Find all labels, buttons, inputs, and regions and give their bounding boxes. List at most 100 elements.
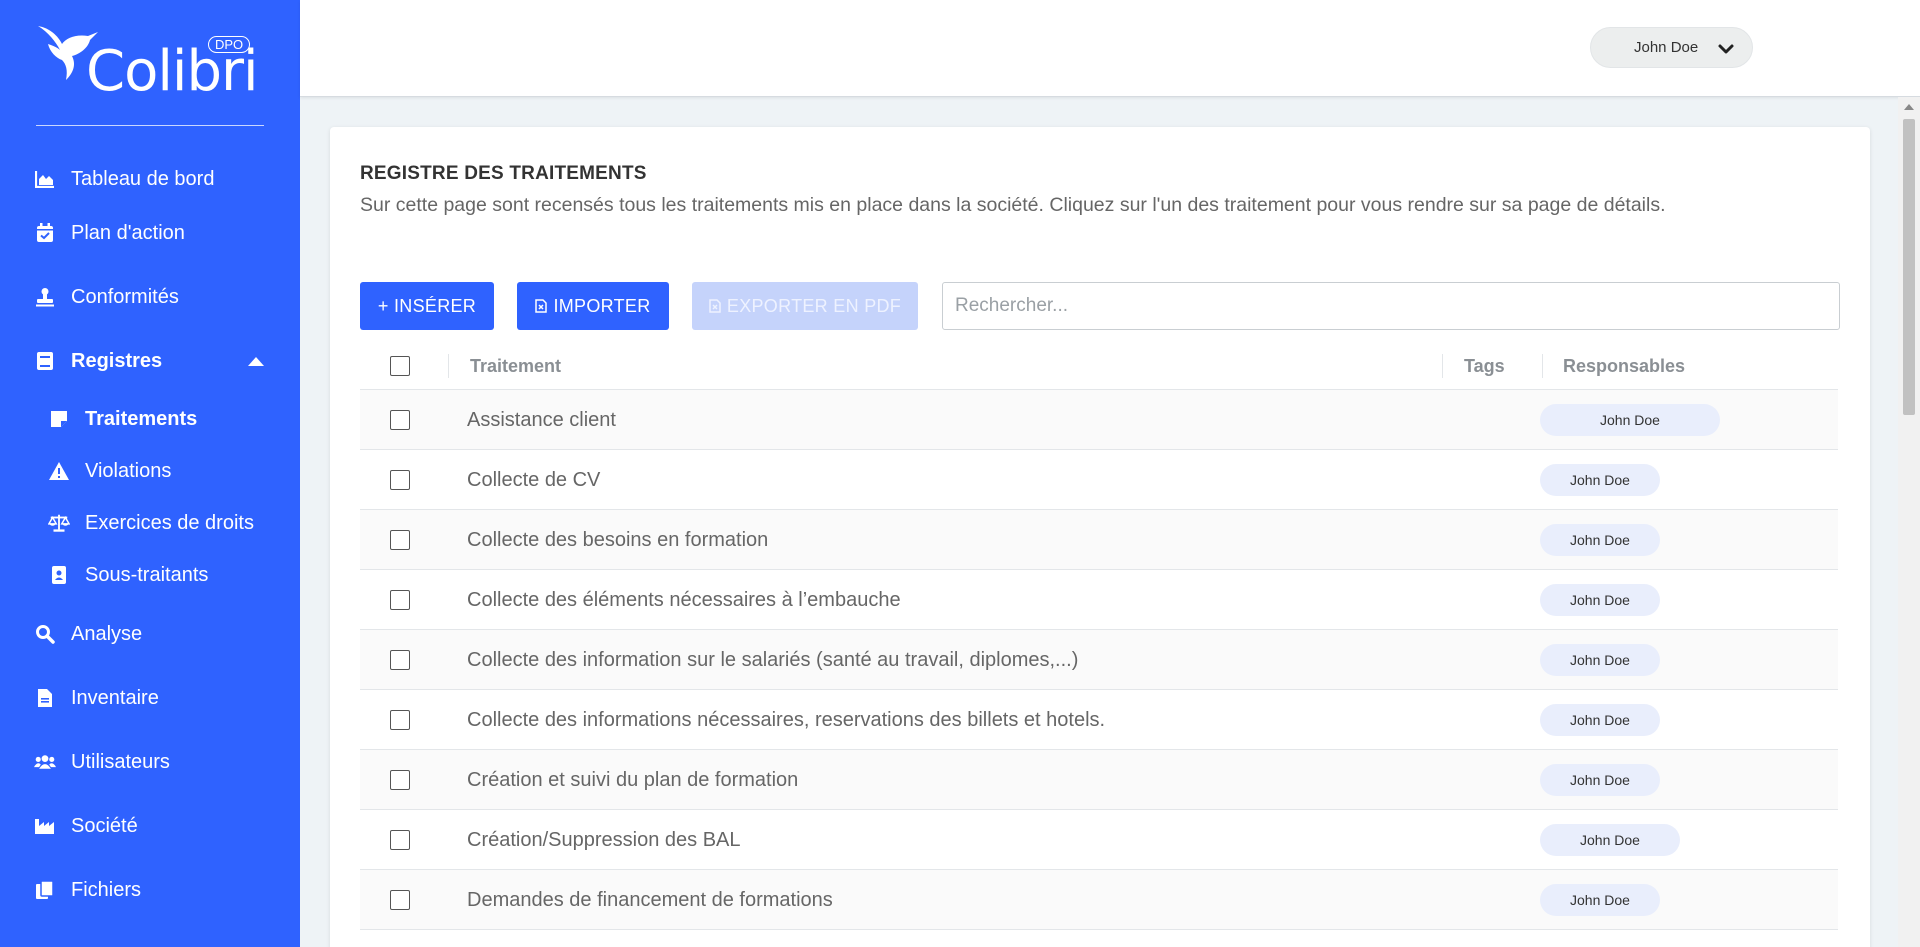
export-pdf-button-label: EXPORTER EN PDF (726, 295, 902, 316)
table-row[interactable]: Collecte des besoins en formation John D… (360, 510, 1838, 570)
colibri-logo[interactable]: Colibri DPO (36, 18, 266, 104)
column-header-responsables[interactable]: Responsables (1563, 342, 1685, 390)
sidebar-item-label: Plan d'action (71, 221, 185, 244)
row-checkbox[interactable] (390, 410, 410, 430)
sidebar-item-fichiers[interactable]: Fichiers (0, 870, 300, 910)
table-row[interactable]: Création et suivi du plan de formation J… (360, 750, 1838, 810)
file-import-icon (535, 299, 548, 313)
sidebar-item-label: Société (71, 814, 138, 837)
main-card: REGISTRE DES TRAITEMENTS Sur cette page … (330, 127, 1870, 947)
row-checkbox[interactable] (390, 830, 410, 850)
page-scrollbar[interactable] (1898, 97, 1920, 947)
sidebar-item-violations[interactable]: Violations (0, 451, 300, 491)
topbar: John Doe (300, 0, 1920, 97)
insert-button-label: + INSÉRER (377, 295, 477, 316)
sidebar-item-tableau-de-bord[interactable]: Tableau de bord (0, 159, 300, 199)
sticky-note-icon (48, 408, 70, 430)
traitements-table: Traitement Tags Responsables Assistance … (360, 342, 1838, 930)
responsable-badge: John Doe (1540, 764, 1660, 796)
row-checkbox[interactable] (390, 530, 410, 550)
row-checkbox[interactable] (390, 470, 410, 490)
column-header-traitement[interactable]: Traitement (470, 342, 561, 390)
import-button-label: IMPORTER (553, 295, 651, 316)
sidebar-item-label: Exercices de droits (85, 511, 254, 534)
sidebar-item-label: Analyse (71, 622, 143, 645)
sidebar-item-label: Tableau de bord (71, 167, 215, 190)
users-icon (34, 751, 56, 773)
sidebar-item-inventaire[interactable]: Inventaire (0, 678, 300, 718)
responsable-badge: John Doe (1540, 464, 1660, 496)
traitement-name[interactable]: Demandes de financement de formations (467, 870, 833, 930)
row-checkbox[interactable] (390, 770, 410, 790)
traitement-name[interactable]: Collecte des besoins en formation (467, 510, 768, 570)
sidebar-item-utilisateurs[interactable]: Utilisateurs (0, 742, 300, 782)
warning-icon (48, 460, 70, 482)
search-icon (34, 623, 56, 645)
row-checkbox[interactable] (390, 590, 410, 610)
sidebar-item-label: Fichiers (71, 878, 142, 901)
table-row[interactable]: Création/Suppression des BAL John Doe (360, 810, 1838, 870)
responsable-badge: John Doe (1540, 884, 1660, 916)
traitement-name[interactable]: Création et suivi du plan de formation (467, 750, 798, 810)
sidebar-item-conformites[interactable]: Conformités (0, 277, 300, 317)
file-icon (34, 687, 56, 709)
calendar-check-icon (34, 222, 56, 244)
table-row[interactable]: Assistance client John Doe (360, 390, 1838, 450)
sidebar-divider (36, 125, 264, 126)
export-pdf-button[interactable]: EXPORTER EN PDF (692, 282, 918, 330)
page-description: Sur cette page sont recensés tous les tr… (360, 194, 1666, 216)
sidebar-item-traitements[interactable]: Traitements (0, 399, 300, 439)
traitement-name[interactable]: Collecte des informations nécessaires, r… (467, 690, 1105, 750)
chart-area-icon (34, 168, 56, 190)
table-row[interactable]: Demandes de financement de formations Jo… (360, 870, 1838, 930)
sidebar-item-analyse[interactable]: Analyse (0, 614, 300, 654)
column-header-tags[interactable]: Tags (1464, 342, 1505, 390)
select-all-cell (390, 342, 410, 390)
sidebar-item-label: Traitements (85, 407, 198, 430)
stamp-icon (34, 286, 56, 308)
sidebar-item-label: Sous-traitants (85, 563, 209, 586)
chevron-up-icon[interactable] (248, 356, 264, 366)
traitement-name[interactable]: Assistance client (467, 390, 616, 450)
sidebar-item-societe[interactable]: Société (0, 806, 300, 846)
page-title: REGISTRE DES TRAITEMENTS (360, 163, 647, 184)
row-checkbox[interactable] (390, 710, 410, 730)
responsable-badge: John Doe (1540, 584, 1660, 616)
responsable-badge: John Doe (1540, 524, 1660, 556)
sidebar-item-label: Violations (85, 459, 172, 482)
table-row[interactable]: Collecte des informations nécessaires, r… (360, 690, 1838, 750)
sidebar-item-label: Conformités (71, 285, 179, 308)
table-row[interactable]: Collecte des éléments nécessaires à l’em… (360, 570, 1838, 630)
industry-icon (34, 815, 56, 837)
traitement-name[interactable]: Collecte des information sur le salariés… (467, 630, 1078, 690)
traitement-name[interactable]: Création/Suppression des BAL (467, 810, 741, 870)
id-badge-icon (48, 564, 70, 586)
column-separator (448, 354, 449, 378)
scroll-up-arrow-icon[interactable] (1904, 104, 1914, 110)
search-input[interactable] (942, 282, 1840, 330)
row-checkbox[interactable] (390, 650, 410, 670)
traitement-name[interactable]: Collecte des éléments nécessaires à l’em… (467, 570, 901, 630)
sidebar-item-plan-d-action[interactable]: Plan d'action (0, 213, 300, 253)
responsable-badge: John Doe (1540, 404, 1720, 436)
column-separator (1542, 354, 1543, 378)
user-menu-button[interactable]: John Doe (1590, 27, 1753, 68)
sidebar-item-registres[interactable]: Registres (0, 341, 300, 381)
copy-icon (34, 879, 56, 901)
chevron-down-icon (1718, 44, 1734, 54)
sidebar-item-exercices-de-droits[interactable]: Exercices de droits (0, 503, 300, 543)
sidebar-item-label: Inventaire (71, 686, 159, 709)
column-separator (1442, 354, 1443, 378)
app-window: Colibri DPO Tableau de bord Plan d'actio… (0, 0, 1920, 947)
traitement-name[interactable]: Collecte de CV (467, 450, 600, 510)
import-button[interactable]: IMPORTER (517, 282, 669, 330)
sidebar-item-label: Registres (71, 349, 163, 372)
sidebar-item-sous-traitants[interactable]: Sous-traitants (0, 555, 300, 595)
select-all-checkbox[interactable] (390, 356, 410, 376)
insert-button[interactable]: + INSÉRER (360, 282, 494, 330)
scrollbar-thumb[interactable] (1903, 119, 1915, 415)
row-checkbox[interactable] (390, 890, 410, 910)
table-body: Assistance client John Doe Collecte de C… (360, 390, 1838, 930)
table-row[interactable]: Collecte des information sur le salariés… (360, 630, 1838, 690)
table-row[interactable]: Collecte de CV John Doe (360, 450, 1838, 510)
